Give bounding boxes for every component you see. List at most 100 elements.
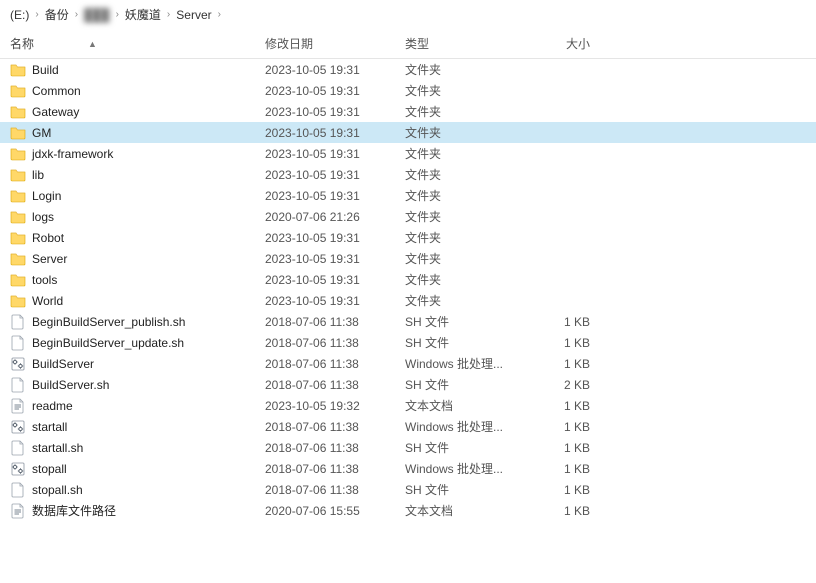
file-name-cell[interactable]: Build <box>0 62 265 78</box>
folder-icon <box>10 167 26 183</box>
breadcrumb-segment[interactable]: Server <box>176 8 211 22</box>
file-name-cell[interactable]: BuildServer.sh <box>0 377 265 393</box>
file-row[interactable]: Server2023-10-05 19:31文件夹 <box>0 248 816 269</box>
column-header-size-label: 大小 <box>566 37 590 51</box>
file-name-cell[interactable]: stopall.sh <box>0 482 265 498</box>
sort-indicator-icon: ▲ <box>88 39 97 49</box>
file-date-cell: 2023-10-05 19:32 <box>265 399 405 413</box>
file-type-cell: 文件夹 <box>405 229 520 246</box>
file-row[interactable]: stopall2018-07-06 11:38Windows 批处理...1 K… <box>0 458 816 479</box>
file-name-cell[interactable]: Robot <box>0 230 265 246</box>
file-name-label: BuildServer.sh <box>32 378 109 392</box>
file-name-cell[interactable]: jdxk-framework <box>0 146 265 162</box>
file-row[interactable]: startall2018-07-06 11:38Windows 批处理...1 … <box>0 416 816 437</box>
file-row[interactable]: Login2023-10-05 19:31文件夹 <box>0 185 816 206</box>
file-name-cell[interactable]: Gateway <box>0 104 265 120</box>
chevron-right-icon: › <box>218 9 221 20</box>
file-name-cell[interactable]: startall.sh <box>0 440 265 456</box>
file-list[interactable]: Build2023-10-05 19:31文件夹Common2023-10-05… <box>0 59 816 521</box>
file-size-cell: 1 KB <box>520 357 600 371</box>
file-name-cell[interactable]: tools <box>0 272 265 288</box>
column-header-row: 名称 ▲ 修改日期 类型 大小 <box>0 29 816 59</box>
batch-icon <box>10 461 26 477</box>
column-header-name[interactable]: 名称 ▲ <box>0 35 265 52</box>
breadcrumb-segment[interactable]: 备份 <box>45 6 69 23</box>
file-name-cell[interactable]: BeginBuildServer_update.sh <box>0 335 265 351</box>
file-date-cell: 2018-07-06 11:38 <box>265 483 405 497</box>
file-name-label: readme <box>32 399 73 413</box>
file-date-cell: 2023-10-05 19:31 <box>265 126 405 140</box>
file-name-label: startall.sh <box>32 441 83 455</box>
file-row[interactable]: 数据库文件路径2020-07-06 15:55文本文档1 KB <box>0 500 816 521</box>
batch-icon <box>10 419 26 435</box>
folder-icon <box>10 230 26 246</box>
file-row[interactable]: tools2023-10-05 19:31文件夹 <box>0 269 816 290</box>
text-icon <box>10 503 26 519</box>
file-icon <box>10 440 26 456</box>
file-row[interactable]: readme 2023-10-05 19:32文本文档1 KB <box>0 395 816 416</box>
file-name-cell[interactable]: Server <box>0 251 265 267</box>
file-row[interactable]: startall.sh2018-07-06 11:38SH 文件1 KB <box>0 437 816 458</box>
file-row[interactable]: lib2023-10-05 19:31文件夹 <box>0 164 816 185</box>
file-date-cell: 2018-07-06 11:38 <box>265 336 405 350</box>
file-row[interactable]: Gateway2023-10-05 19:31文件夹 <box>0 101 816 122</box>
file-name-label: stopall.sh <box>32 483 83 497</box>
file-row[interactable]: Common2023-10-05 19:31文件夹 <box>0 80 816 101</box>
file-name-cell[interactable]: 数据库文件路径 <box>0 502 265 519</box>
file-type-cell: 文件夹 <box>405 271 520 288</box>
column-header-date-label: 修改日期 <box>265 37 313 51</box>
file-date-cell: 2018-07-06 11:38 <box>265 378 405 392</box>
breadcrumb-segment[interactable]: ███ <box>84 8 110 22</box>
file-name-cell[interactable]: GM <box>0 125 265 141</box>
breadcrumb-segment[interactable]: (E:) <box>10 8 29 22</box>
file-icon <box>10 377 26 393</box>
file-name-label: Server <box>32 252 67 266</box>
file-type-cell: 文件夹 <box>405 103 520 120</box>
file-name-label: BeginBuildServer_update.sh <box>32 336 184 350</box>
folder-icon <box>10 146 26 162</box>
file-name-cell[interactable]: logs <box>0 209 265 225</box>
file-row[interactable]: jdxk-framework2023-10-05 19:31文件夹 <box>0 143 816 164</box>
file-size-cell: 1 KB <box>520 504 600 518</box>
file-name-cell[interactable]: lib <box>0 167 265 183</box>
breadcrumb-segment[interactable]: 妖魔道 <box>125 6 161 23</box>
breadcrumb[interactable]: (E:)›备份›███›妖魔道›Server› <box>0 0 816 29</box>
file-name-cell[interactable]: startall <box>0 419 265 435</box>
file-name-label: stopall <box>32 462 67 476</box>
file-name-label: BuildServer <box>32 357 94 371</box>
file-name-cell[interactable]: BuildServer <box>0 356 265 372</box>
file-name-cell[interactable]: Login <box>0 188 265 204</box>
file-date-cell: 2023-10-05 19:31 <box>265 189 405 203</box>
file-name-cell[interactable]: Common <box>0 83 265 99</box>
column-header-size[interactable]: 大小 <box>520 35 600 52</box>
file-row[interactable]: Robot2023-10-05 19:31文件夹 <box>0 227 816 248</box>
file-row[interactable]: GM2023-10-05 19:31文件夹 <box>0 122 816 143</box>
file-row[interactable]: BeginBuildServer_update.sh 2018-07-06 11:… <box>0 332 816 353</box>
file-row[interactable]: World2023-10-05 19:31文件夹 <box>0 290 816 311</box>
file-icon <box>10 335 26 351</box>
file-name-cell[interactable]: World <box>0 293 265 309</box>
file-row[interactable]: stopall.sh2018-07-06 11:38SH 文件1 KB <box>0 479 816 500</box>
chevron-right-icon: › <box>167 9 170 20</box>
file-row[interactable]: logs2020-07-06 21:26文件夹 <box>0 206 816 227</box>
file-type-cell: 文本文档 <box>405 397 520 414</box>
folder-icon <box>10 188 26 204</box>
file-name-label: Robot <box>32 231 64 245</box>
column-header-date[interactable]: 修改日期 <box>265 35 405 52</box>
text-icon <box>10 398 26 414</box>
file-name-label: logs <box>32 210 54 224</box>
file-row[interactable]: BuildServer2018-07-06 11:38Windows 批处理..… <box>0 353 816 374</box>
file-row[interactable]: BuildServer.sh2018-07-06 11:38SH 文件2 KB <box>0 374 816 395</box>
file-date-cell: 2018-07-06 11:38 <box>265 462 405 476</box>
column-header-type[interactable]: 类型 <box>405 35 520 52</box>
file-type-cell: SH 文件 <box>405 439 520 456</box>
file-size-cell: 1 KB <box>520 399 600 413</box>
file-row[interactable]: Build2023-10-05 19:31文件夹 <box>0 59 816 80</box>
file-name-label: Login <box>32 189 61 203</box>
file-type-cell: Windows 批处理... <box>405 460 520 477</box>
file-name-cell[interactable]: stopall <box>0 461 265 477</box>
file-name-cell[interactable]: readme <box>0 398 265 414</box>
file-name-label: GM <box>32 126 51 140</box>
file-row[interactable]: BeginBuildServer_publish.sh2018-07-06 11… <box>0 311 816 332</box>
file-name-cell[interactable]: BeginBuildServer_publish.sh <box>0 314 265 330</box>
